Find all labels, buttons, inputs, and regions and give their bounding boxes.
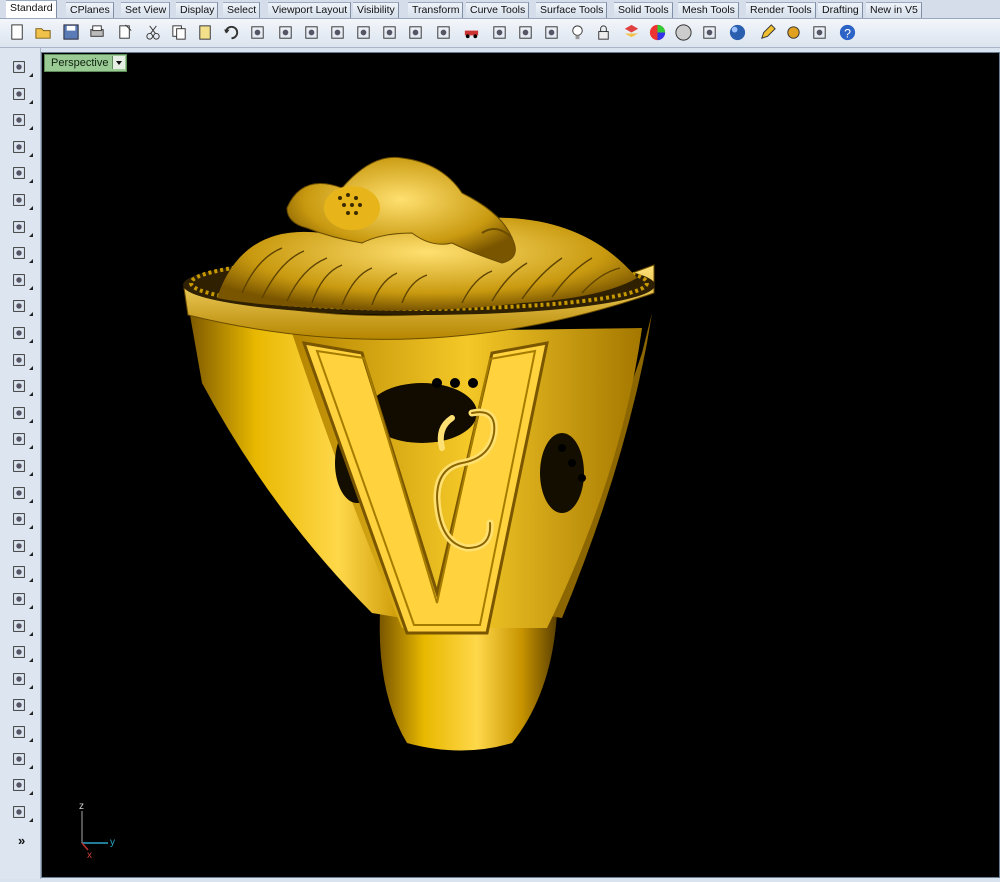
lion-muzzle	[324, 186, 380, 230]
move-view-icon[interactable]	[274, 21, 296, 43]
perspective-viewport[interactable]: z y x	[41, 52, 1000, 878]
arc-icon[interactable]	[7, 668, 33, 690]
rotate-view-icon[interactable]	[404, 21, 426, 43]
transform-icon[interactable]	[7, 721, 33, 743]
polygon-icon[interactable]	[7, 216, 33, 238]
split-icon[interactable]	[7, 561, 33, 583]
pencil-icon[interactable]	[756, 21, 778, 43]
tab-cplanes[interactable]: CPlanes	[66, 2, 114, 18]
points-cluster-icon[interactable]	[7, 615, 33, 637]
car-icon[interactable]	[460, 21, 482, 43]
tab-render-tools[interactable]: Render Tools	[746, 2, 816, 18]
viewport-title-tab[interactable]: Perspective	[44, 54, 128, 72]
sphere-icon[interactable]	[672, 21, 694, 43]
zoom-icon[interactable]	[300, 21, 322, 43]
copy-icon[interactable]	[168, 21, 190, 43]
rotate-icon[interactable]	[7, 641, 33, 663]
viewport-label: Perspective	[51, 57, 109, 69]
tab-new-in-v5[interactable]: New in V5	[866, 2, 922, 18]
hexagon-icon[interactable]	[7, 269, 33, 291]
ellipse-icon[interactable]	[7, 189, 33, 211]
tab-standard[interactable]: Standard	[6, 0, 57, 18]
fillet-curve-icon[interactable]	[7, 295, 33, 317]
sphere-grid-icon[interactable]	[698, 21, 720, 43]
tab-surface-tools[interactable]: Surface Tools	[536, 2, 608, 18]
zoom-extents-icon[interactable]	[352, 21, 374, 43]
left-toolbar	[0, 48, 41, 879]
new-icon[interactable]	[6, 21, 28, 43]
tab-curve-tools[interactable]: Curve Tools	[466, 2, 530, 18]
tab-set-view[interactable]: Set View	[121, 2, 171, 18]
import-icon[interactable]	[114, 21, 136, 43]
axis-indicator: z y x	[79, 801, 115, 861]
rectangle-icon[interactable]	[7, 242, 33, 264]
undo-icon[interactable]	[220, 21, 242, 43]
zoom-selected-icon[interactable]	[378, 21, 400, 43]
polyline-icon[interactable]	[7, 109, 33, 131]
gear-puzzle-icon[interactable]	[7, 482, 33, 504]
svg-text:?: ?	[844, 26, 851, 40]
join-icon[interactable]	[7, 535, 33, 557]
tab-solid-tools[interactable]: Solid Tools	[614, 2, 673, 18]
boolean-icon[interactable]	[7, 588, 33, 610]
tab-display[interactable]: Display	[176, 2, 219, 18]
tab-drafting[interactable]: Drafting	[818, 2, 863, 18]
ring-model: z y x	[79, 156, 655, 861]
surface-grid-icon[interactable]	[7, 322, 33, 344]
open-icon[interactable]	[32, 21, 54, 43]
color-wheel-icon[interactable]	[646, 21, 668, 43]
toolbar-tab-strip: Standard CPlanes Set View Display Select View…	[0, 0, 1000, 19]
point-icon[interactable]	[7, 83, 33, 105]
tab-select[interactable]: Select	[223, 2, 261, 18]
explode-icon[interactable]	[7, 508, 33, 530]
save-icon[interactable]	[60, 21, 82, 43]
tab-visibility[interactable]: Visibility	[353, 2, 399, 18]
tab-mesh-tools[interactable]: Mesh Tools	[678, 2, 739, 18]
standard-toolbar: ?	[0, 19, 1000, 48]
cut-icon[interactable]	[142, 21, 164, 43]
sparkle-icon[interactable]	[540, 21, 562, 43]
axis-x-label: x	[87, 850, 92, 861]
extrude-icon[interactable]	[7, 349, 33, 371]
gear-icon[interactable]	[782, 21, 804, 43]
box-icon[interactable]	[7, 375, 33, 397]
render-icon[interactable]	[726, 21, 748, 43]
camera-icon[interactable]	[488, 21, 510, 43]
zoom-window-icon[interactable]	[326, 21, 348, 43]
circle-icon[interactable]	[7, 162, 33, 184]
paste-icon[interactable]	[194, 21, 216, 43]
tab-transform[interactable]: Transform	[408, 2, 464, 18]
four-viewports-icon[interactable]	[432, 21, 454, 43]
box-render-icon[interactable]	[7, 801, 33, 823]
light-bulb-icon[interactable]	[566, 21, 588, 43]
cylinder-icon[interactable]	[7, 428, 33, 450]
circle-arrow-icon[interactable]	[514, 21, 536, 43]
tab-viewport-layout[interactable]: Viewport Layout	[268, 2, 352, 18]
array-icon[interactable]	[7, 748, 33, 770]
axis-y-label: y	[110, 837, 115, 848]
curve-icon[interactable]	[7, 136, 33, 158]
viewport-menu-dropdown[interactable]	[112, 56, 126, 69]
help-icon[interactable]: ?	[836, 21, 858, 43]
pan-hand-icon[interactable]	[246, 21, 268, 43]
dimension-tool-icon[interactable]	[7, 774, 33, 796]
print-icon[interactable]	[86, 21, 108, 43]
more-tools-button[interactable]: »	[18, 833, 25, 848]
select-icon[interactable]	[7, 56, 33, 78]
lock-icon[interactable]	[592, 21, 614, 43]
text-icon[interactable]	[7, 694, 33, 716]
dimension-icon[interactable]	[808, 21, 830, 43]
spheres-icon[interactable]	[7, 402, 33, 424]
axis-z-label: z	[79, 801, 84, 812]
layer-icon[interactable]	[620, 21, 642, 43]
surface-patch-icon[interactable]	[7, 455, 33, 477]
